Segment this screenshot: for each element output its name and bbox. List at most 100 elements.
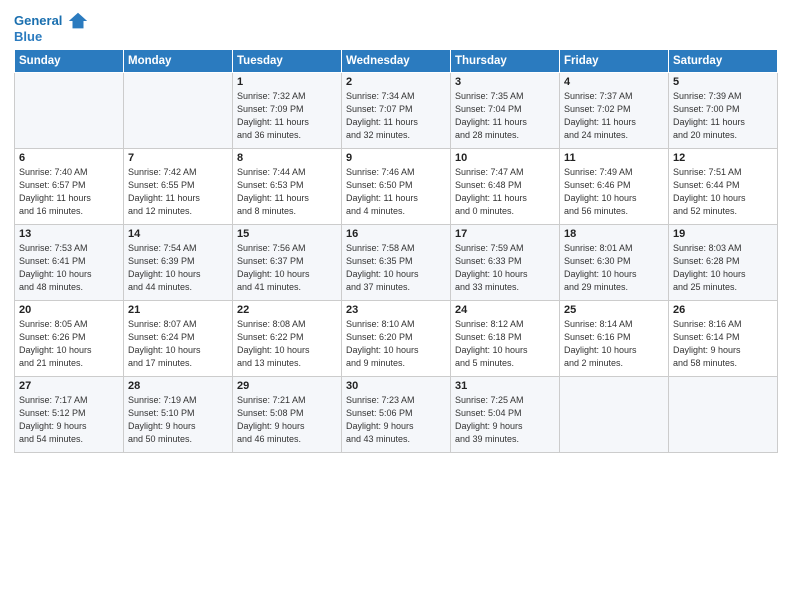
calendar-cell <box>669 376 778 452</box>
calendar-cell: 10Sunrise: 7:47 AM Sunset: 6:48 PM Dayli… <box>451 148 560 224</box>
day-details: Sunrise: 7:42 AM Sunset: 6:55 PM Dayligh… <box>128 166 228 218</box>
day-details: Sunrise: 7:59 AM Sunset: 6:33 PM Dayligh… <box>455 242 555 294</box>
calendar-cell: 30 Sunrise: 7:23 AM Sunset: 5:06 PM Dayli… <box>342 376 451 452</box>
calendar-cell: 1 Sunrise: 7:32 AM Sunset: 7:09 PM Daylig… <box>233 72 342 148</box>
day-details: Sunrise: 8:01 AM Sunset: 6:30 PM Dayligh… <box>564 242 664 294</box>
day-number: 23 <box>346 304 446 316</box>
day-number: 3 <box>455 76 555 88</box>
day-number: 10 <box>455 152 555 164</box>
day-number: 17 <box>455 228 555 240</box>
day-details: Sunrise: 8:16 AM Sunset: 6:14 PM Dayligh… <box>673 318 773 370</box>
day-number: 20 <box>19 304 119 316</box>
week-row-4: 20 Sunrise: 8:05 AM Sunset: 6:26 PM Dayli… <box>15 300 778 376</box>
day-details: Sunrise: 7:51 AM Sunset: 6:44 PM Dayligh… <box>673 166 773 218</box>
logo: General Blue <box>14 10 89 45</box>
day-details: Sunrise: 7:23 AM Sunset: 5:06 PM Dayligh… <box>346 394 446 446</box>
day-number: 18 <box>564 228 664 240</box>
day-details: Sunrise: 8:05 AM Sunset: 6:26 PM Dayligh… <box>19 318 119 370</box>
calendar-cell: 9 Sunrise: 7:46 AM Sunset: 6:50 PM Daylig… <box>342 148 451 224</box>
calendar-cell: 26 Sunrise: 8:16 AM Sunset: 6:14 PM Dayli… <box>669 300 778 376</box>
day-number: 9 <box>346 152 446 164</box>
day-number: 27 <box>19 380 119 392</box>
day-number: 15 <box>237 228 337 240</box>
day-number: 2 <box>346 76 446 88</box>
day-number: 6 <box>19 152 119 164</box>
day-number: 25 <box>564 304 664 316</box>
day-number: 12 <box>673 152 773 164</box>
calendar-cell: 19Sunrise: 8:03 AM Sunset: 6:28 PM Dayli… <box>669 224 778 300</box>
col-header-tuesday: Tuesday <box>233 49 342 72</box>
day-number: 26 <box>673 304 773 316</box>
day-number: 1 <box>237 76 337 88</box>
day-details: Sunrise: 7:44 AM Sunset: 6:53 PM Dayligh… <box>237 166 337 218</box>
logo-blue-text: Blue <box>14 29 42 45</box>
day-number: 31 <box>455 380 555 392</box>
calendar-cell: 22Sunrise: 8:08 AM Sunset: 6:22 PM Dayli… <box>233 300 342 376</box>
day-details: Sunrise: 8:14 AM Sunset: 6:16 PM Dayligh… <box>564 318 664 370</box>
calendar-cell: 15 Sunrise: 7:56 AM Sunset: 6:37 PM Dayli… <box>233 224 342 300</box>
day-number: 28 <box>128 380 228 392</box>
day-number: 30 <box>346 380 446 392</box>
col-header-monday: Monday <box>124 49 233 72</box>
calendar-cell <box>15 72 124 148</box>
day-details: Sunrise: 7:46 AM Sunset: 6:50 PM Dayligh… <box>346 166 446 218</box>
logo-text: General <box>14 13 62 29</box>
day-number: 8 <box>237 152 337 164</box>
calendar-cell <box>124 72 233 148</box>
day-details: Sunrise: 7:21 AM Sunset: 5:08 PM Dayligh… <box>237 394 337 446</box>
col-header-wednesday: Wednesday <box>342 49 451 72</box>
week-row-3: 13 Sunrise: 7:53 AM Sunset: 6:41 PM Dayli… <box>15 224 778 300</box>
calendar-cell: 13 Sunrise: 7:53 AM Sunset: 6:41 PM Dayli… <box>15 224 124 300</box>
day-details: Sunrise: 7:34 AM Sunset: 7:07 PM Dayligh… <box>346 90 446 142</box>
calendar-cell: 8 Sunrise: 7:44 AM Sunset: 6:53 PM Daylig… <box>233 148 342 224</box>
calendar-cell: 31 Sunrise: 7:25 AM Sunset: 5:04 PM Dayli… <box>451 376 560 452</box>
day-details: Sunrise: 7:32 AM Sunset: 7:09 PM Dayligh… <box>237 90 337 142</box>
day-number: 13 <box>19 228 119 240</box>
calendar-cell: 20 Sunrise: 8:05 AM Sunset: 6:26 PM Dayli… <box>15 300 124 376</box>
day-details: Sunrise: 7:25 AM Sunset: 5:04 PM Dayligh… <box>455 394 555 446</box>
calendar-cell: 28 Sunrise: 7:19 AM Sunset: 5:10 PM Dayli… <box>124 376 233 452</box>
calendar-cell: 29 Sunrise: 7:21 AM Sunset: 5:08 PM Dayli… <box>233 376 342 452</box>
calendar-cell: 7 Sunrise: 7:42 AM Sunset: 6:55 PM Daylig… <box>124 148 233 224</box>
calendar-cell <box>560 376 669 452</box>
col-header-sunday: Sunday <box>15 49 124 72</box>
day-number: 7 <box>128 152 228 164</box>
calendar-table: SundayMondayTuesdayWednesdayThursdayFrid… <box>14 49 778 453</box>
day-details: Sunrise: 7:39 AM Sunset: 7:00 PM Dayligh… <box>673 90 773 142</box>
day-details: Sunrise: 7:49 AM Sunset: 6:46 PM Dayligh… <box>564 166 664 218</box>
day-details: Sunrise: 7:54 AM Sunset: 6:39 PM Dayligh… <box>128 242 228 294</box>
day-details: Sunrise: 7:40 AM Sunset: 6:57 PM Dayligh… <box>19 166 119 218</box>
day-details: Sunrise: 7:53 AM Sunset: 6:41 PM Dayligh… <box>19 242 119 294</box>
day-number: 22 <box>237 304 337 316</box>
day-number: 24 <box>455 304 555 316</box>
calendar-cell: 5 Sunrise: 7:39 AM Sunset: 7:00 PM Daylig… <box>669 72 778 148</box>
week-row-1: 1 Sunrise: 7:32 AM Sunset: 7:09 PM Daylig… <box>15 72 778 148</box>
day-number: 21 <box>128 304 228 316</box>
day-number: 29 <box>237 380 337 392</box>
logo-icon <box>67 10 89 32</box>
day-number: 4 <box>564 76 664 88</box>
week-row-5: 27Sunrise: 7:17 AM Sunset: 5:12 PM Dayli… <box>15 376 778 452</box>
calendar-cell: 11Sunrise: 7:49 AM Sunset: 6:46 PM Dayli… <box>560 148 669 224</box>
calendar-cell: 2 Sunrise: 7:34 AM Sunset: 7:07 PM Daylig… <box>342 72 451 148</box>
day-details: Sunrise: 8:12 AM Sunset: 6:18 PM Dayligh… <box>455 318 555 370</box>
calendar-cell: 4Sunrise: 7:37 AM Sunset: 7:02 PM Daylig… <box>560 72 669 148</box>
week-row-2: 6 Sunrise: 7:40 AM Sunset: 6:57 PM Daylig… <box>15 148 778 224</box>
calendar-cell: 14Sunrise: 7:54 AM Sunset: 6:39 PM Dayli… <box>124 224 233 300</box>
calendar-container: General Blue SundayMondayTuesdayWednesda… <box>0 0 792 612</box>
header-row: SundayMondayTuesdayWednesdayThursdayFrid… <box>15 49 778 72</box>
day-details: Sunrise: 7:56 AM Sunset: 6:37 PM Dayligh… <box>237 242 337 294</box>
col-header-thursday: Thursday <box>451 49 560 72</box>
calendar-cell: 3 Sunrise: 7:35 AM Sunset: 7:04 PM Daylig… <box>451 72 560 148</box>
calendar-cell: 12 Sunrise: 7:51 AM Sunset: 6:44 PM Dayli… <box>669 148 778 224</box>
day-details: Sunrise: 7:35 AM Sunset: 7:04 PM Dayligh… <box>455 90 555 142</box>
calendar-cell: 25 Sunrise: 8:14 AM Sunset: 6:16 PM Dayli… <box>560 300 669 376</box>
day-details: Sunrise: 7:19 AM Sunset: 5:10 PM Dayligh… <box>128 394 228 446</box>
day-number: 16 <box>346 228 446 240</box>
calendar-cell: 18 Sunrise: 8:01 AM Sunset: 6:30 PM Dayli… <box>560 224 669 300</box>
day-details: Sunrise: 8:10 AM Sunset: 6:20 PM Dayligh… <box>346 318 446 370</box>
day-number: 19 <box>673 228 773 240</box>
calendar-cell: 23 Sunrise: 8:10 AM Sunset: 6:20 PM Dayli… <box>342 300 451 376</box>
day-number: 5 <box>673 76 773 88</box>
col-header-saturday: Saturday <box>669 49 778 72</box>
